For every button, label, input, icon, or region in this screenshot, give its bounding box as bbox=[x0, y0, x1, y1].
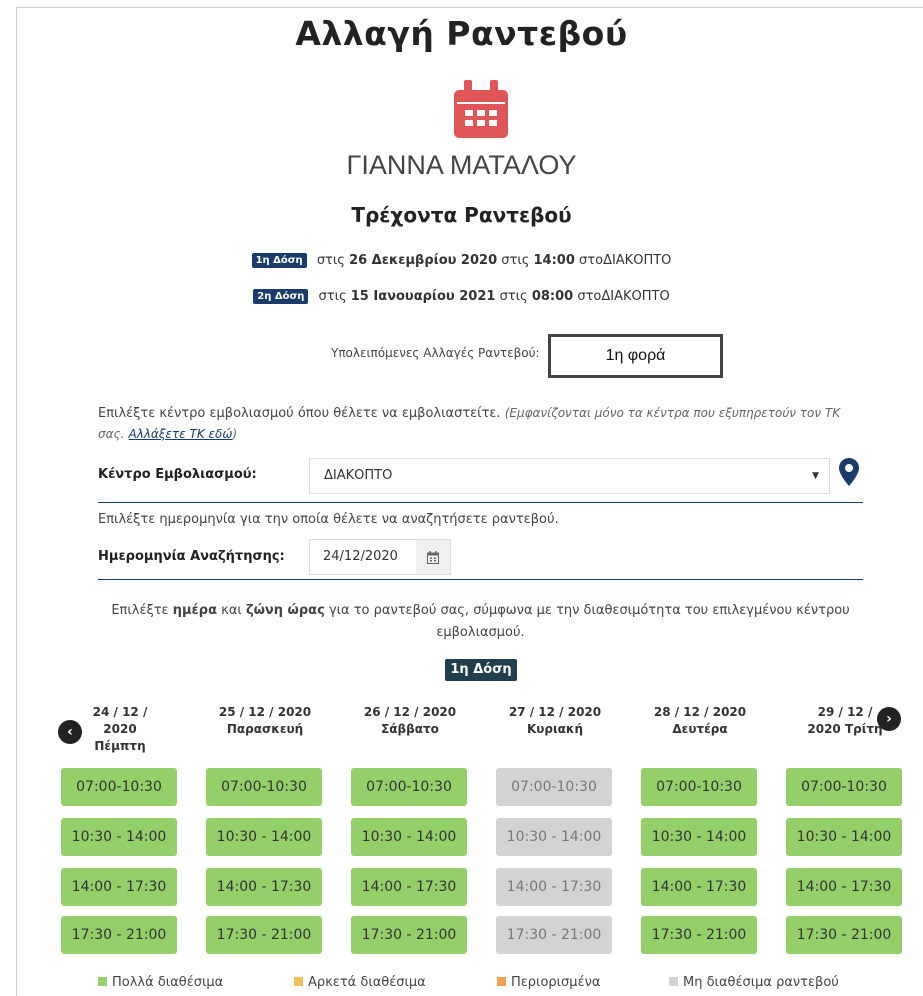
legend-item: Μη διαθέσιμα ραντεβού bbox=[669, 975, 839, 990]
time-slot-button: 07:00-10:30 bbox=[496, 768, 612, 806]
time-slot-button: 14:00 - 17:30 bbox=[496, 868, 612, 906]
dose-badge: 1η Δόση bbox=[251, 253, 307, 268]
day-column: 25 / 12 / 2020 Παρασκευή 07:00-10:30 10:30 … bbox=[206, 704, 324, 954]
legend-swatch bbox=[294, 977, 303, 986]
patient-name: ΓΙΑΝΝΑ ΜΑΤΑΛΟΥ bbox=[346, 150, 577, 180]
day-header: 25 / 12 / 2020 Παρασκευή bbox=[218, 705, 312, 736]
center-instructions: Επιλέξτε κέντρο εμβολιασμού όπου θέλετε … bbox=[98, 406, 841, 441]
remaining-changes-value: 1η φορά bbox=[548, 334, 723, 378]
time-slot-button[interactable]: 10:30 - 14:00 bbox=[786, 818, 902, 856]
search-date-value: 24/12/2020 bbox=[323, 549, 398, 564]
day-header: 24 / 12 /2020 Πέμπτη bbox=[92, 705, 148, 753]
time-slot-button[interactable]: 14:00 - 17:30 bbox=[351, 868, 467, 906]
current-appointments-title: Τρέχοντα Ραντεβού bbox=[351, 203, 572, 227]
legend-item: Περιορισμένα bbox=[497, 975, 600, 990]
appointment-dose-2: 2η Δόση στις 15 Ιανουαρίου 2021 στις 08:… bbox=[0, 289, 923, 304]
slot-instructions: Επιλέξτε ημέρα και ζώνη ώρας για το ραντ… bbox=[111, 603, 850, 640]
appointment-time: 14:00 bbox=[533, 253, 575, 268]
calendar-small-icon bbox=[427, 550, 439, 564]
search-date-input[interactable]: 24/12/2020 bbox=[309, 539, 451, 575]
time-slot-button[interactable]: 07:00-10:30 bbox=[351, 768, 467, 806]
time-slot-button[interactable]: 17:30 - 21:00 bbox=[351, 916, 467, 954]
time-slot-button[interactable]: 17:30 - 21:00 bbox=[206, 916, 322, 954]
day-column: 28 / 12 / 2020 Δευτέρα 07:00-10:30 10:30 - … bbox=[641, 704, 759, 954]
legend-swatch bbox=[669, 977, 678, 986]
legend-item: Αρκετά διαθέσιμα bbox=[294, 975, 426, 990]
day-header: 27 / 12 / 2020 Κυριακή bbox=[508, 705, 602, 736]
time-slot-button[interactable]: 07:00-10:30 bbox=[61, 768, 177, 806]
day-header: 26 / 12 / 2020 Σάββατο bbox=[363, 705, 457, 736]
chevron-down-icon: ▼ bbox=[812, 471, 819, 481]
day-column: 27 / 12 / 2020 Κυριακή 07:00-10:30 10:30 - … bbox=[496, 704, 614, 954]
appointment-place: ΔΙΑΚΟΠΤΟ bbox=[603, 253, 672, 268]
dose-header: 1η Δόση bbox=[445, 659, 517, 681]
time-slot-button[interactable]: 07:00-10:30 bbox=[641, 768, 757, 806]
map-pin-icon[interactable] bbox=[839, 458, 859, 486]
dose-badge: 2η Δόση bbox=[253, 289, 309, 304]
appointment-time: 08:00 bbox=[531, 289, 574, 304]
date-picker-button[interactable] bbox=[416, 540, 450, 574]
vaccination-center-select[interactable]: ΔΙΑΚΟΠΤΟ ▼ bbox=[309, 458, 830, 494]
time-slot-button[interactable]: 07:00-10:30 bbox=[206, 768, 322, 806]
time-slot-button[interactable]: 10:30 - 14:00 bbox=[641, 818, 757, 856]
time-slot-button[interactable]: 14:00 - 17:30 bbox=[786, 868, 902, 906]
time-slot-button[interactable]: 10:30 - 14:00 bbox=[61, 818, 177, 856]
time-slot-button: 10:30 - 14:00 bbox=[496, 818, 612, 856]
selected-center: ΔΙΑΚΟΠΤΟ bbox=[324, 468, 393, 483]
time-slot-button[interactable]: 10:30 - 14:00 bbox=[206, 818, 322, 856]
legend-item: Πολλά διαθέσιμα bbox=[98, 975, 223, 990]
time-slot-button[interactable]: 10:30 - 14:00 bbox=[351, 818, 467, 856]
day-header: 29 / 12 /2020 Τρίτη bbox=[807, 705, 883, 736]
time-slot-button[interactable]: 17:30 - 21:00 bbox=[641, 916, 757, 954]
time-slot-button[interactable]: 14:00 - 17:30 bbox=[61, 868, 177, 906]
time-slot-button[interactable]: 14:00 - 17:30 bbox=[641, 868, 757, 906]
remaining-changes-label: Υπολειπόμενες Αλλαγές Ραντεβού: bbox=[331, 346, 540, 360]
date-instructions: Επιλέξτε ημερομηνία για την οποία θέλετε… bbox=[98, 512, 559, 527]
divider bbox=[98, 502, 863, 503]
calendar-icon bbox=[454, 80, 508, 138]
day-column: 26 / 12 / 2020 Σάββατο 07:00-10:30 10:30 - … bbox=[351, 704, 469, 954]
day-header: 28 / 12 / 2020 Δευτέρα bbox=[653, 705, 747, 736]
change-postal-code-link[interactable]: Αλλάξετε ΤΚ εδώ bbox=[129, 427, 233, 441]
time-slot-button[interactable]: 17:30 - 21:00 bbox=[61, 916, 177, 954]
legend-swatch bbox=[497, 977, 506, 986]
day-column: 24 / 12 /2020 Πέμπτη 07:00-10:30 10:30 - 14… bbox=[61, 704, 179, 954]
appointment-date: 15 Ιανουαρίου 2021 bbox=[350, 289, 496, 304]
legend-swatch bbox=[98, 977, 107, 986]
search-date-label: Ημερομηνία Αναζήτησης: bbox=[98, 549, 285, 564]
availability-legend: Πολλά διαθέσιμα Αρκετά διαθέσιμα Περιορι… bbox=[0, 975, 923, 995]
time-slot-button: 17:30 - 21:00 bbox=[496, 916, 612, 954]
appointment-date: 26 Δεκεμβρίου 2020 bbox=[349, 253, 498, 268]
divider bbox=[98, 579, 863, 580]
appointment-dose-1: 1η Δόση στις 26 Δεκεμβρίου 2020 στις 14:… bbox=[0, 253, 923, 268]
time-slot-button[interactable]: 14:00 - 17:30 bbox=[206, 868, 322, 906]
vaccination-center-label: Κέντρο Εμβολιασμού: bbox=[98, 467, 257, 482]
time-slot-button[interactable]: 17:30 - 21:00 bbox=[786, 916, 902, 954]
time-slot-button[interactable]: 07:00-10:30 bbox=[786, 768, 902, 806]
day-column: 29 / 12 /2020 Τρίτη 07:00-10:30 10:30 - 14… bbox=[786, 704, 904, 954]
page-title: Αλλαγή Ραντεβού bbox=[295, 14, 628, 53]
appointment-place: ΔΙΑΚΟΠΤΟ bbox=[601, 289, 670, 304]
